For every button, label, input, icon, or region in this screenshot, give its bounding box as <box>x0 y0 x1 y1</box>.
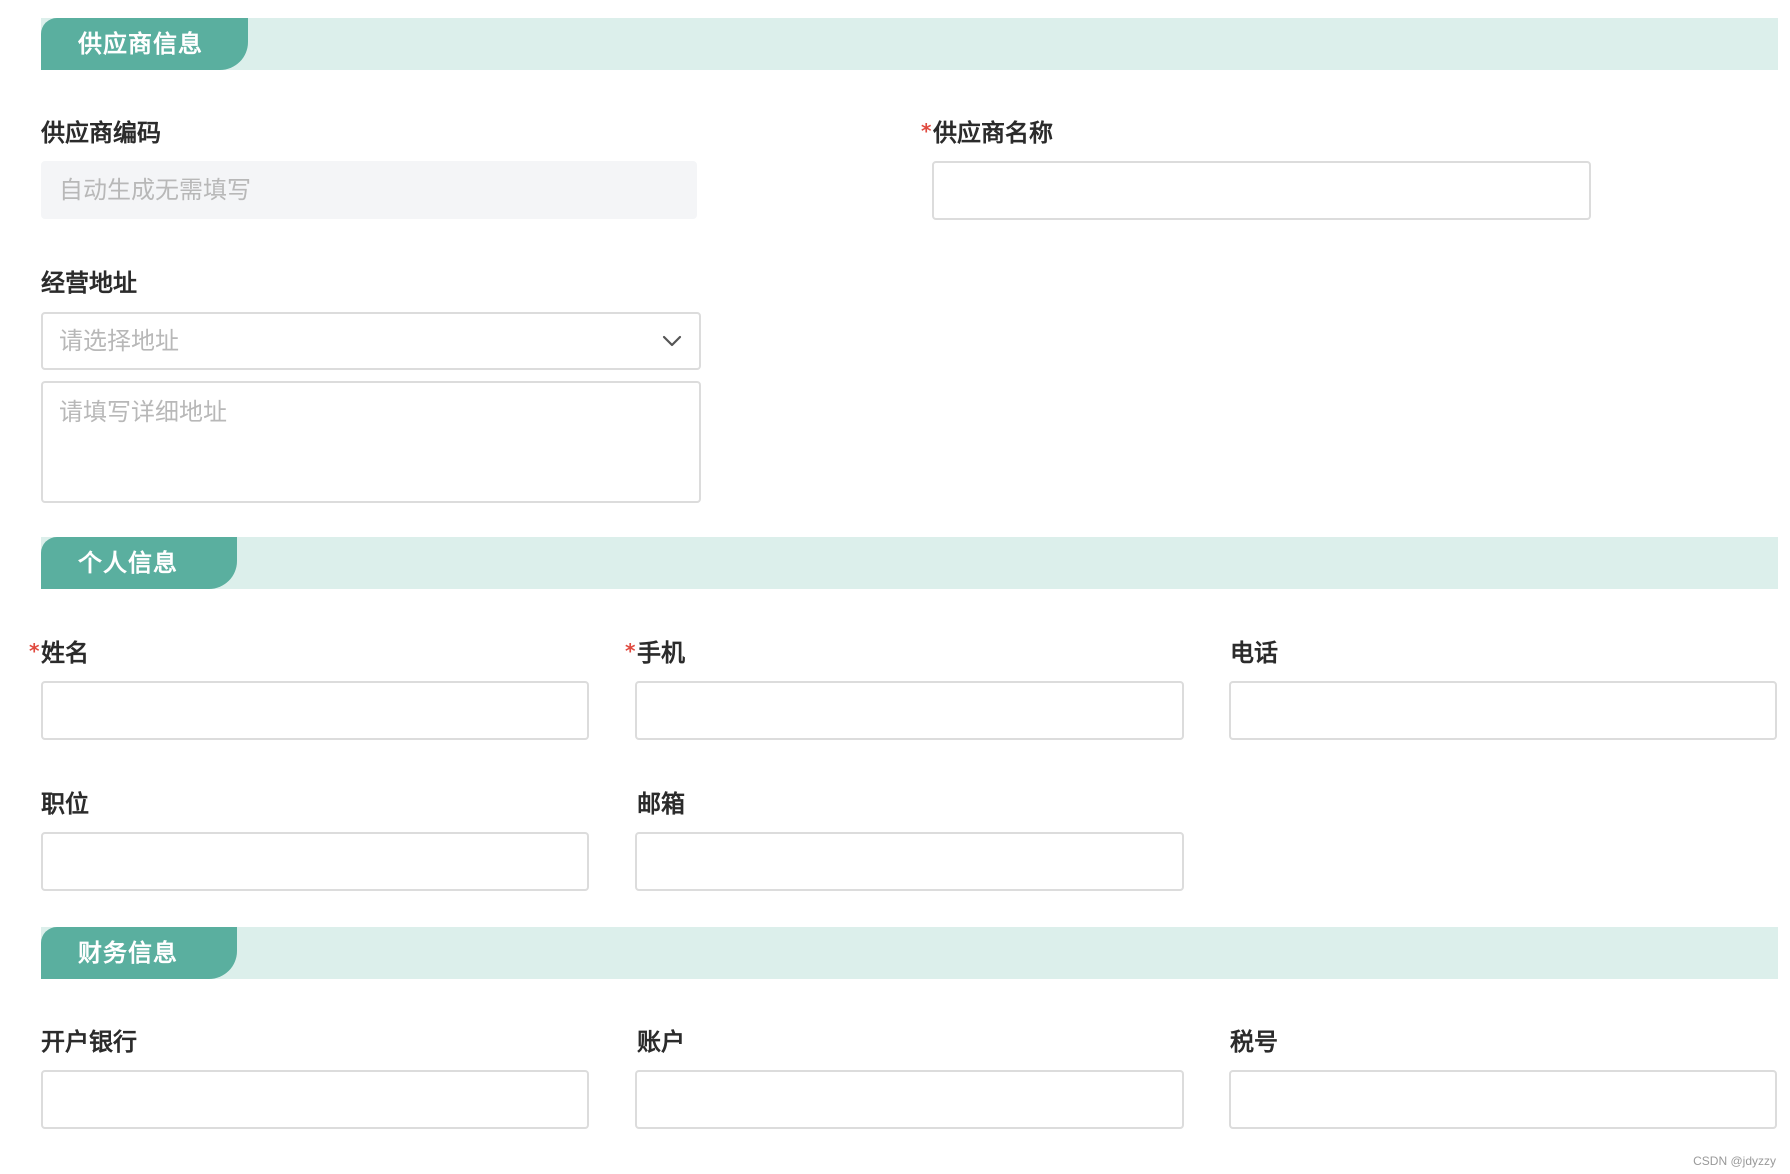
name-label-text: 姓名 <box>41 639 89 667</box>
mobile-label: * 手机 <box>625 638 685 668</box>
bank-input[interactable] <box>41 1070 589 1129</box>
watermark: CSDN @jdyzzy <box>1693 1154 1776 1168</box>
bank-label: 开户银行 <box>41 1027 137 1057</box>
address-label: 经营地址 <box>41 268 137 298</box>
required-marker: * <box>921 119 932 143</box>
supplier-name-label-text: 供应商名称 <box>933 119 1053 147</box>
name-input[interactable] <box>41 681 589 740</box>
phone-label-text: 电话 <box>1230 639 1278 667</box>
required-marker: * <box>29 639 40 663</box>
section-title-personal: 个人信息 <box>41 537 237 589</box>
mobile-input[interactable] <box>635 681 1184 740</box>
supplier-code-input <box>41 161 697 219</box>
section-header-finance: 财务信息 <box>41 927 1778 979</box>
phone-input[interactable] <box>1229 681 1777 740</box>
name-label: * 姓名 <box>29 638 89 668</box>
section-header-supplier: 供应商信息 <box>41 18 1778 70</box>
tax-label-text: 税号 <box>1230 1028 1278 1056</box>
position-input[interactable] <box>41 832 589 891</box>
supplier-name-input[interactable] <box>932 161 1591 220</box>
email-input[interactable] <box>635 832 1184 891</box>
address-label-text: 经营地址 <box>41 269 137 297</box>
address-select[interactable]: 请选择地址 <box>41 312 701 370</box>
mobile-label-text: 手机 <box>637 639 685 667</box>
tax-label: 税号 <box>1230 1027 1278 1057</box>
supplier-code-label-text: 供应商编码 <box>41 119 161 147</box>
account-input[interactable] <box>635 1070 1184 1129</box>
account-label: 账户 <box>637 1027 685 1057</box>
email-label: 邮箱 <box>637 789 685 819</box>
address-select-placeholder: 请选择地址 <box>59 327 179 355</box>
email-label-text: 邮箱 <box>637 790 685 818</box>
section-title-finance: 财务信息 <box>41 927 237 979</box>
bank-label-text: 开户银行 <box>41 1028 137 1056</box>
chevron-down-icon[interactable] <box>661 330 683 352</box>
position-label: 职位 <box>41 789 89 819</box>
tax-input[interactable] <box>1229 1070 1777 1129</box>
supplier-code-label: 供应商编码 <box>41 118 161 148</box>
supplier-name-label: * 供应商名称 <box>921 118 1053 148</box>
address-detail-textarea[interactable] <box>41 381 701 503</box>
position-label-text: 职位 <box>41 790 89 818</box>
phone-label: 电话 <box>1230 638 1278 668</box>
section-header-personal: 个人信息 <box>41 537 1778 589</box>
required-marker: * <box>625 639 636 663</box>
account-label-text: 账户 <box>637 1028 685 1056</box>
supplier-form: 供应商信息 供应商编码 * 供应商名称 经营地址 请选择地址 个人信息 * 姓名… <box>0 0 1790 1174</box>
section-title-supplier: 供应商信息 <box>41 18 248 70</box>
